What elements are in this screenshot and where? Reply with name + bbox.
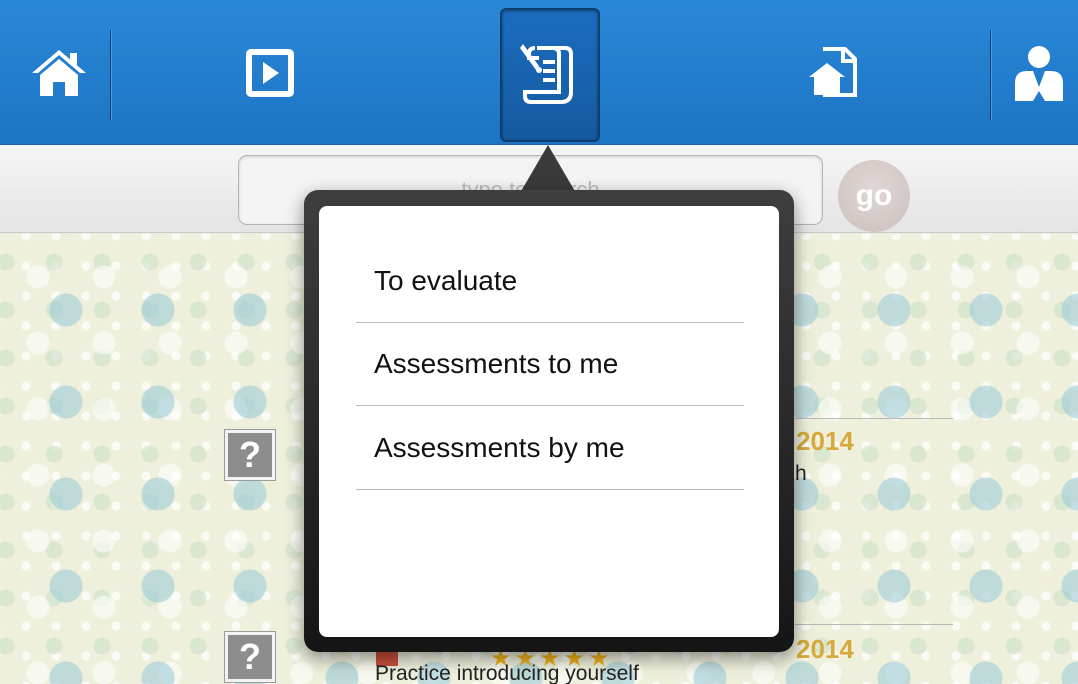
popover-menu: To evaluate Assessments to me Assessment… xyxy=(319,206,779,637)
row-divider xyxy=(795,418,953,419)
unknown-avatar-icon: ? xyxy=(225,632,275,682)
nav-profile-button[interactable] xyxy=(1000,0,1078,145)
nav-documents-button[interactable] xyxy=(790,0,880,145)
nav-home-button[interactable] xyxy=(14,0,104,145)
list-item-text: Practice introducing yourself xyxy=(375,662,639,684)
home-icon xyxy=(32,49,86,96)
popover-arrow xyxy=(520,145,576,193)
nav-separator xyxy=(110,30,111,120)
top-navigation-bar xyxy=(0,0,1078,145)
row-divider xyxy=(795,624,953,625)
menu-item-assessments-by-me[interactable]: Assessments by me xyxy=(356,407,744,490)
play-icon xyxy=(246,48,294,97)
nav-play-button[interactable] xyxy=(225,0,315,145)
document-home-icon xyxy=(809,46,857,97)
nav-separator xyxy=(990,30,991,120)
assessments-popover: To evaluate Assessments to me Assessment… xyxy=(304,190,794,652)
list-item-date: 2014 xyxy=(796,426,854,456)
nav-assessments-button[interactable] xyxy=(500,8,600,142)
list-item-text: h xyxy=(795,462,807,485)
menu-item-to-evaluate[interactable]: To evaluate xyxy=(356,240,744,323)
menu-item-assessments-to-me[interactable]: Assessments to me xyxy=(356,323,744,406)
list-item-date: 2014 xyxy=(796,634,854,664)
assessment-scroll-icon xyxy=(520,44,573,104)
go-button[interactable]: go xyxy=(838,160,910,232)
unknown-avatar-icon: ? xyxy=(225,430,275,480)
user-icon xyxy=(1015,45,1063,101)
